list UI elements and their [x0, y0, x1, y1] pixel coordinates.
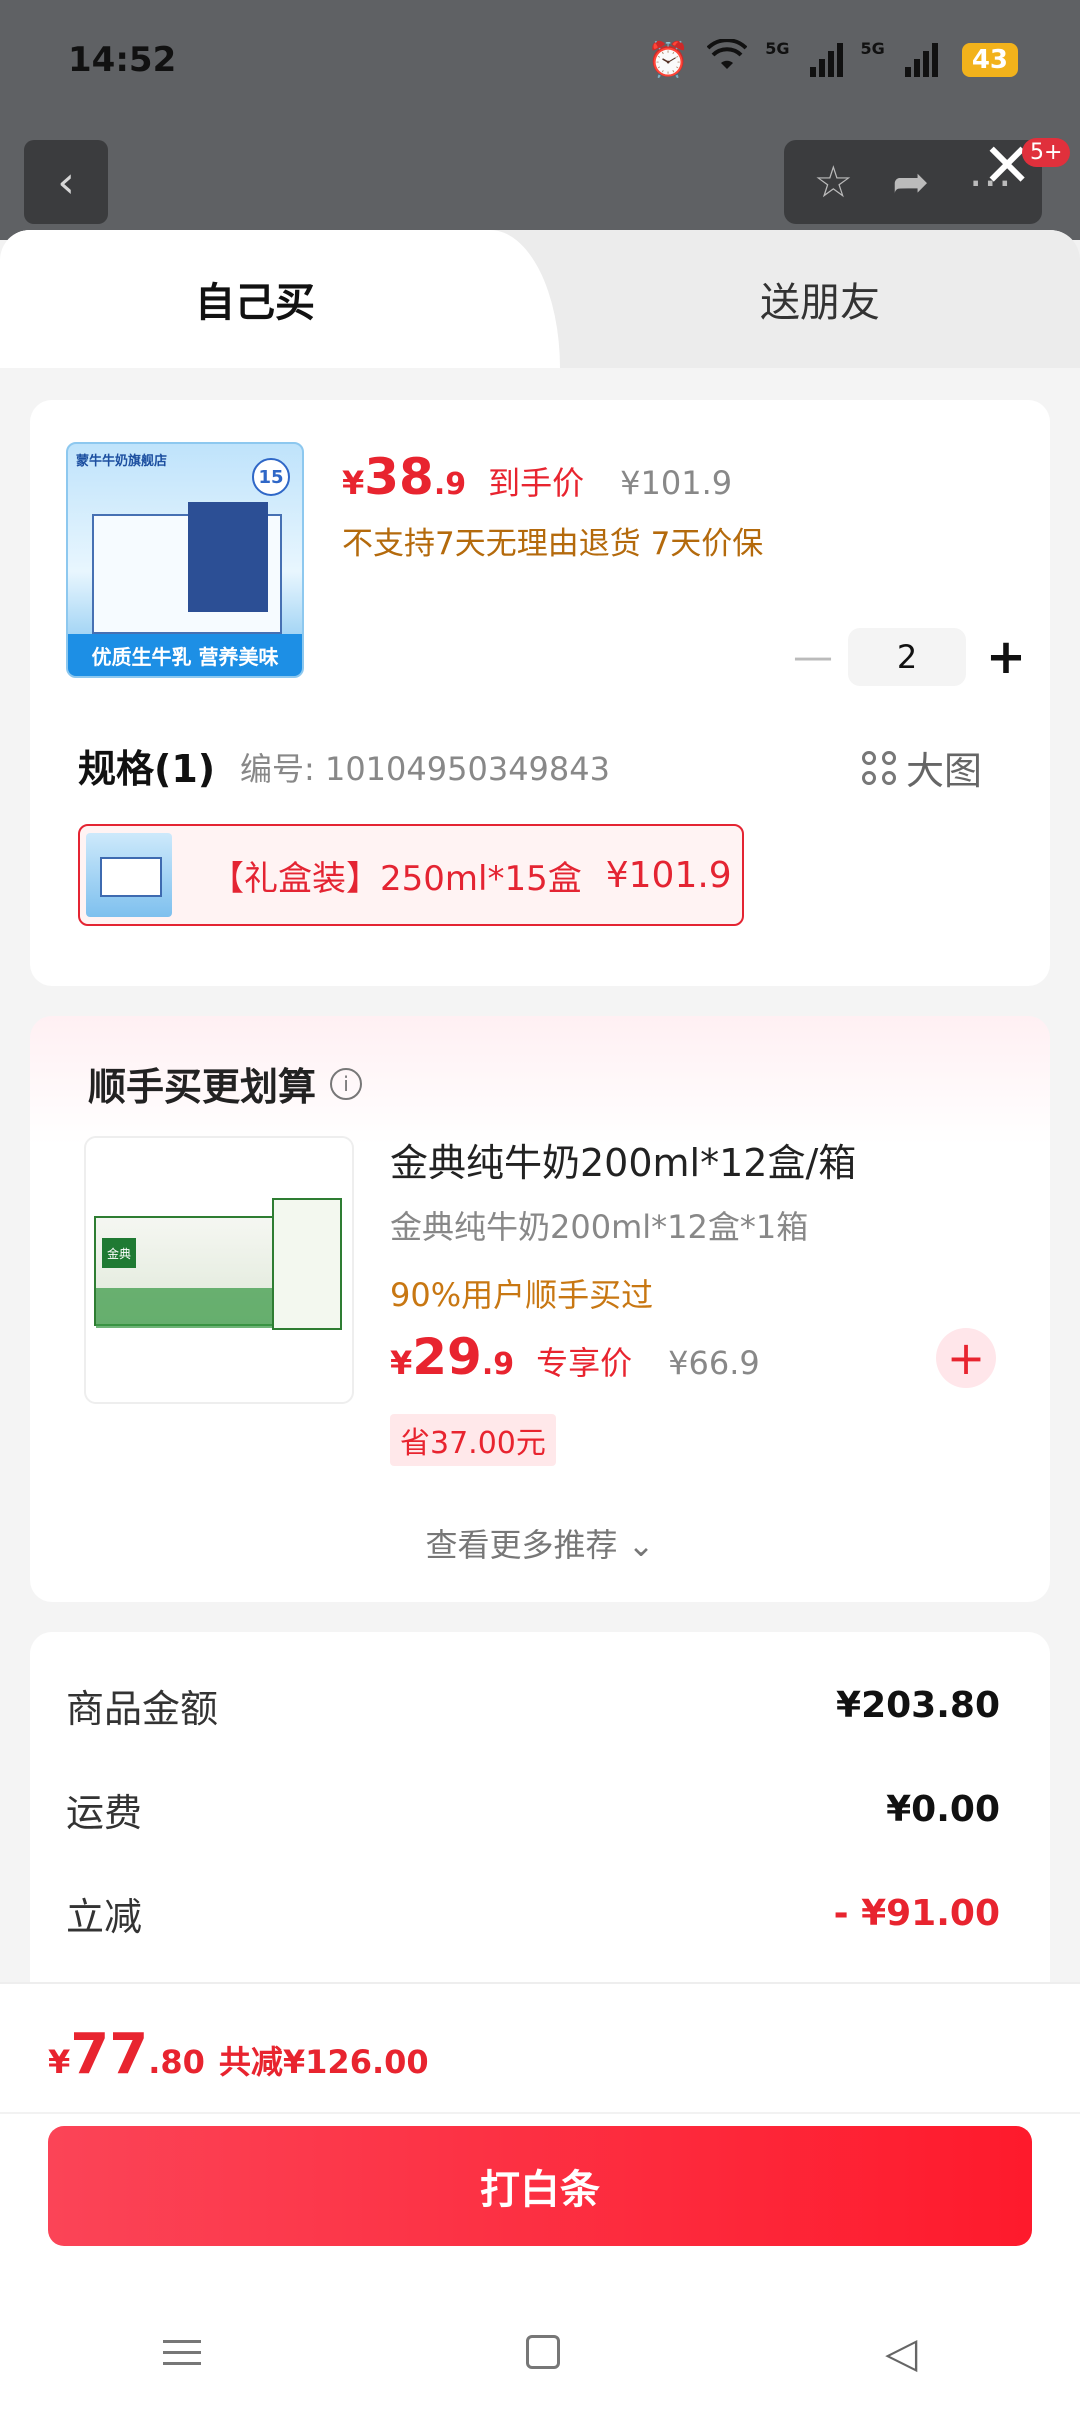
notification-badge: 5+ — [1022, 138, 1071, 167]
big-image-button[interactable]: 大图 — [862, 740, 982, 795]
price-label: 到手价 — [488, 464, 585, 502]
recommend-product-image[interactable]: 金典 — [84, 1136, 354, 1404]
recommend-logo: 金典 — [102, 1238, 136, 1268]
rec-price-decimal: .9 — [481, 1347, 515, 1382]
signal-icon — [809, 43, 843, 77]
summary-value: ¥0.00 — [886, 1789, 1000, 1830]
summary-row-goods: 商品金额 ¥203.80 — [66, 1678, 1000, 1733]
rec-price-integer: 29 — [412, 1328, 482, 1386]
chevron-left-icon: ‹ — [57, 156, 75, 208]
spec-option-price: ¥101.9 — [605, 854, 732, 896]
summary-label: 运费 — [66, 1791, 143, 1835]
price-decimal: .9 — [433, 467, 467, 502]
product-card: 蒙牛牛奶旗舰店 15 优质生牛乳 营养美味 ¥ 38 .9 到手价 ¥101.9… — [30, 400, 1050, 986]
spec-option-thumbnail — [86, 833, 172, 917]
total-decimal: .80 — [148, 2043, 205, 2081]
recommend-grass-graphic — [96, 1288, 272, 1328]
recommend-title: 顺手买更划算 i — [88, 1056, 363, 1111]
price-integer: 38 — [364, 448, 434, 506]
quantity-value[interactable]: 2 — [848, 628, 966, 686]
summary-row-discount: 立减 - ¥91.00 — [66, 1886, 1000, 1941]
return-policy: 不支持7天无理由退货 7天价保 — [342, 526, 764, 562]
product-image-store: 蒙牛牛奶旗舰店 — [76, 454, 168, 469]
back-button[interactable]: ‹ — [24, 140, 108, 224]
share-icon[interactable]: ➦ — [892, 157, 929, 208]
recommend-title-text: 顺手买更划算 — [88, 1065, 317, 1109]
plus-icon: + — [946, 1331, 986, 1385]
menu-icon[interactable] — [162, 2339, 201, 2365]
summary-row-shipping: 运费 ¥0.00 — [66, 1782, 1000, 1837]
rec-original-price: ¥66.9 — [668, 1344, 760, 1382]
signal-icon-2 — [904, 43, 938, 77]
add-recommend-button[interactable]: + — [936, 1328, 996, 1388]
back-triangle-icon[interactable]: ◁ — [885, 2328, 917, 2377]
product-image[interactable]: 蒙牛牛奶旗舰店 15 优质生牛乳 营养美味 — [66, 442, 304, 678]
tab-gift-friend[interactable]: 送朋友 — [560, 230, 1080, 368]
recommend-product-price: ¥ 29 .9 专享价 ¥66.9 — [390, 1328, 760, 1386]
spec-option-label: 【礼盒装】250ml*15盒 — [210, 858, 582, 899]
spec-option-selected[interactable]: 【礼盒装】250ml*15盒 ¥101.9 — [78, 824, 744, 926]
tab-self-buy[interactable]: 自己买 — [0, 230, 560, 368]
rec-price-currency: ¥ — [390, 1344, 413, 1382]
pay-button[interactable]: 打白条 — [48, 2126, 1032, 2246]
network-type: 5G — [765, 38, 790, 58]
recommend-box-side-graphic — [272, 1198, 342, 1330]
total-currency: ¥ — [48, 2043, 71, 2081]
recommend-product-hint: 90%用户顺手买过 — [390, 1276, 654, 1314]
alarm-icon: ⏰ — [646, 40, 690, 80]
wifi-icon — [706, 37, 748, 82]
product-price: ¥ 38 .9 到手价 ¥101.9 — [342, 448, 732, 506]
recommend-card: 顺手买更划算 i 金典 金典纯牛奶200ml*12盒/箱 金典纯牛奶200ml*… — [30, 1016, 1050, 1602]
info-icon[interactable]: i — [330, 1067, 363, 1100]
product-box-side-graphic — [188, 502, 268, 612]
divider — [0, 1982, 1080, 1984]
summary-label: 立减 — [66, 1895, 143, 1939]
battery-indicator: 43 — [961, 43, 1018, 77]
quantity-stepper: — 2 + — [778, 628, 1046, 686]
see-more-recommend-button[interactable]: 查看更多推荐 ⌄ — [30, 1520, 1050, 1566]
summary-value: ¥203.80 — [836, 1685, 1000, 1726]
price-summary-card: 商品金额 ¥203.80 运费 ¥0.00 立减 - ¥91.00 — [30, 1632, 1050, 1982]
summary-value: - ¥91.00 — [833, 1893, 1000, 1934]
home-icon[interactable] — [525, 2335, 560, 2369]
big-image-label: 大图 — [906, 749, 983, 793]
purchase-tabs: 自己买 送朋友 — [0, 230, 1080, 368]
status-icons: ⏰ 5G 5G 43 — [646, 37, 1018, 82]
quantity-decrease-button[interactable]: — — [778, 634, 848, 680]
recommend-product-spec: 金典纯牛奶200ml*12盒*1箱 — [390, 1208, 809, 1246]
star-icon[interactable]: ☆ — [814, 157, 853, 208]
total-integer: 77 — [70, 2022, 149, 2087]
rec-price-label: 专享价 — [536, 1344, 633, 1382]
status-time: 14:52 — [68, 40, 177, 80]
network-type-2: 5G — [860, 38, 885, 58]
summary-label: 商品金额 — [66, 1687, 219, 1731]
product-image-caption: 优质生牛乳 营养美味 — [68, 634, 302, 676]
divider — [0, 2112, 1080, 2114]
product-image-pack-count: 15 — [252, 458, 290, 496]
spec-title: 规格(1) — [78, 747, 216, 791]
status-bar: 14:52 ⏰ 5G 5G 43 — [0, 0, 1080, 120]
system-nav-bar: ◁ — [0, 2312, 1080, 2392]
checkout-total: ¥ 77 .80 共减¥126.00 — [48, 2022, 429, 2087]
total-savings: 共减¥126.00 — [218, 2043, 429, 2081]
purchase-sheet: 自己买 送朋友 蒙牛牛奶旗舰店 15 优质生牛乳 营养美味 ¥ 38 .9 到手… — [0, 230, 1080, 1982]
recommend-product-name[interactable]: 金典纯牛奶200ml*12盒/箱 — [390, 1132, 856, 1187]
spec-code: 编号: 10104950349843 — [240, 750, 610, 788]
price-currency: ¥ — [342, 464, 365, 502]
checkout-bar: ¥ 77 .80 共减¥126.00 打白条 ◁ — [0, 1982, 1080, 2412]
grid-icon — [862, 750, 896, 785]
original-price: ¥101.9 — [620, 464, 733, 502]
recommend-save-badge: 省37.00元 — [390, 1414, 556, 1466]
quantity-increase-button[interactable]: + — [966, 629, 1046, 685]
